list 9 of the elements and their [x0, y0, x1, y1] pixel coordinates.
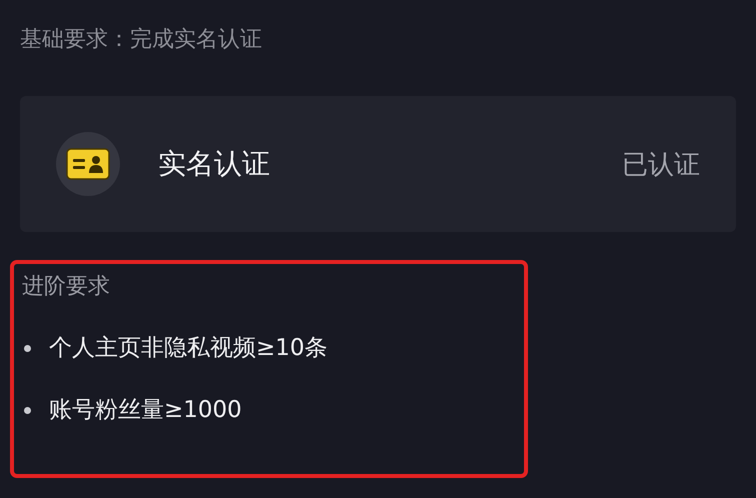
basic-requirement-text: 基础要求：完成实名认证: [20, 26, 263, 54]
verification-status: 已认证: [622, 148, 700, 182]
bullet-icon: [24, 406, 31, 414]
requirement-item: 账号粉丝量≥1000: [49, 396, 242, 425]
requirement-item: 个人主页非隐私视频≥10条: [49, 334, 328, 363]
bullet-icon: [24, 344, 31, 352]
verification-title: 实名认证: [158, 146, 271, 182]
verification-card[interactable]: 实名认证 已认证: [20, 96, 736, 232]
advanced-requirement-title: 进阶要求: [22, 273, 111, 301]
